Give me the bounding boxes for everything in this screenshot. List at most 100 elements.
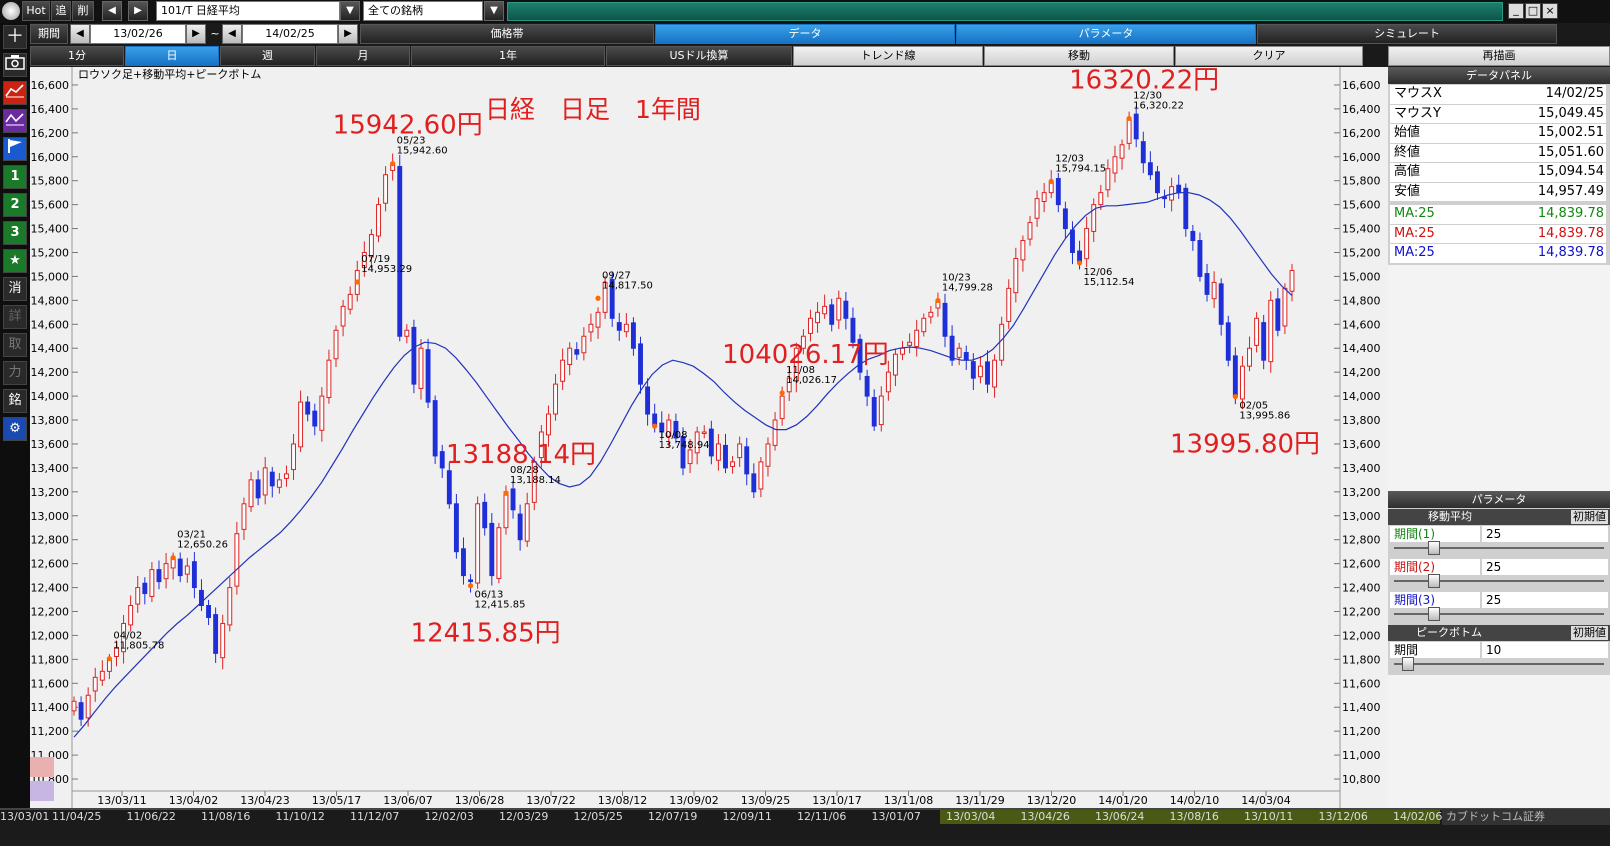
small-candle-icon[interactable] <box>30 757 54 777</box>
symbol-dropdown-icon[interactable]: ▼ <box>340 1 360 21</box>
bottom-timeline-bar[interactable]: 13/03/01 11/04/25 11/06/22 11/08/16 11/10/12… <box>0 808 1610 846</box>
candle-body <box>1041 192 1047 203</box>
preset-3-button[interactable]: 3 <box>3 221 27 245</box>
timeline-label: 12/07/19 <box>648 810 698 823</box>
stock-button[interactable]: 銘 <box>3 389 27 413</box>
tab-simulate[interactable]: シミュレート <box>1257 24 1557 44</box>
close-icon[interactable]: × <box>1542 3 1558 19</box>
pb-period-slider-knob[interactable] <box>1401 657 1414 671</box>
prev-symbol-button[interactable]: ◀ <box>102 1 122 21</box>
tab-data[interactable]: データ <box>655 24 955 44</box>
redraw-button[interactable]: 再描画 <box>1388 46 1610 66</box>
preset-1-button[interactable]: 1 <box>3 165 27 189</box>
timeline-label: 12/09/11 <box>722 810 772 823</box>
detail-button[interactable]: 詳 <box>3 305 27 329</box>
candle-body <box>1055 178 1061 206</box>
date-from-next-icon[interactable]: ▶ <box>186 24 206 44</box>
tab-weekly[interactable]: 週 <box>220 46 315 66</box>
x-tick-label: 13/11/29 <box>955 794 1004 807</box>
line-chart-icon[interactable] <box>3 109 27 133</box>
y-tick-label-right: 11,200 <box>1342 725 1381 738</box>
tab-daily[interactable]: 日 <box>125 46 219 66</box>
trend-line-button[interactable]: トレンド線 <box>793 46 983 66</box>
hot-button[interactable]: Hot <box>22 1 50 21</box>
candle-body <box>1126 117 1132 144</box>
camera-icon[interactable] <box>3 53 27 77</box>
minimize-icon[interactable]: _ <box>1508 3 1524 19</box>
next-symbol-button[interactable]: ▶ <box>128 1 148 21</box>
tab-price-band[interactable]: 価格帯 <box>360 24 654 44</box>
candle-body <box>234 533 240 587</box>
y-tick-label-right: 16,200 <box>1342 127 1381 140</box>
peak-value-label: 12,415.85 <box>475 600 526 611</box>
tab-parameter[interactable]: パラメータ <box>956 24 1256 44</box>
ma-period-slider[interactable] <box>1394 574 1604 588</box>
data-panel-value: 15,002.51 <box>1537 125 1604 140</box>
gear-icon[interactable]: ⚙ <box>3 417 27 441</box>
ma-period-value[interactable]: 25 <box>1482 526 1608 542</box>
y-tick-label-right: 15,800 <box>1342 175 1381 188</box>
maximize-icon[interactable]: □ <box>1525 3 1541 19</box>
ma-period-slider[interactable] <box>1394 541 1604 555</box>
date-to-prev-icon[interactable]: ◀ <box>222 24 242 44</box>
candle-body <box>630 322 636 349</box>
date-from-prev-icon[interactable]: ◀ <box>70 24 90 44</box>
data-panel-value: 15,094.54 <box>1537 164 1604 179</box>
candle-body <box>744 446 750 475</box>
ma-period-value[interactable]: 25 <box>1482 592 1608 608</box>
slider-knob[interactable] <box>1427 541 1440 555</box>
y-tick-label: 12,400 <box>31 582 70 595</box>
add-button[interactable]: 追 <box>51 1 71 21</box>
star-button[interactable]: ★ <box>3 249 27 273</box>
candle <box>1183 183 1189 237</box>
input-button[interactable]: 力 <box>3 361 27 385</box>
plus-icon[interactable]: ＋ <box>3 25 27 49</box>
peak-marker <box>652 423 658 429</box>
tab-monthly[interactable]: 月 <box>316 46 410 66</box>
flag-icon[interactable] <box>3 137 27 161</box>
candle <box>489 513 495 586</box>
data-panel-row: MA:25 14,839.78 <box>1390 244 1606 263</box>
clear-button[interactable]: クリア <box>1175 46 1363 66</box>
pb-period-slider[interactable] <box>1394 657 1604 671</box>
preset-2-button[interactable]: 2 <box>3 193 27 217</box>
peak-bottom-init-button[interactable]: 初期値 <box>1571 626 1608 640</box>
candle-body <box>1140 141 1146 164</box>
trade-button[interactable]: 取 <box>3 333 27 357</box>
date-from-field[interactable]: 13/02/26 <box>90 24 186 44</box>
candle-body <box>99 670 105 681</box>
y-tick-label: 13,000 <box>31 510 70 523</box>
symbol-field[interactable]: 101/T 日経平均 <box>156 1 340 21</box>
peak-marker <box>1126 115 1132 122</box>
tab-1min[interactable]: 1分 <box>30 46 124 66</box>
data-panel-value: 15,051.60 <box>1537 144 1604 160</box>
slider-knob[interactable] <box>1427 607 1440 621</box>
ma-period-value[interactable]: 25 <box>1482 559 1608 575</box>
bulb-icon[interactable] <box>2 2 20 20</box>
move-button[interactable]: 移動 <box>984 46 1174 66</box>
chart-area[interactable]: 10,800 10,800 11,000 11,000 11,200 11,200 11,4… <box>30 65 1388 808</box>
y-tick-label-right: 11,000 <box>1342 749 1381 762</box>
ma-period-slider[interactable] <box>1394 607 1604 621</box>
candle-body <box>340 305 346 327</box>
small-line-icon[interactable] <box>30 781 54 801</box>
candlestick-chart[interactable]: 10,800 10,80011,000 11,00011,200 11,20011,4… <box>30 65 1388 808</box>
candle-chart-icon[interactable] <box>3 81 27 105</box>
ma-init-button[interactable]: 初期値 <box>1571 510 1608 524</box>
pb-period-value[interactable]: 10 <box>1482 642 1608 658</box>
candle-body <box>510 488 516 511</box>
candle-body <box>836 297 842 321</box>
y-tick-label: 16,000 <box>31 151 70 164</box>
date-to-field[interactable]: 14/02/25 <box>242 24 338 44</box>
data-panel-row: MA:25 14,839.78 <box>1390 205 1606 224</box>
delete-button[interactable]: 削 <box>72 1 94 21</box>
tab-1year[interactable]: 1年 <box>411 46 605 66</box>
market-field[interactable]: 全ての銘柄 <box>363 1 483 21</box>
market-dropdown-icon[interactable]: ▼ <box>484 1 504 21</box>
erase-button[interactable]: 消 <box>3 277 27 301</box>
candle-body <box>213 614 219 654</box>
slider-knob[interactable] <box>1427 574 1440 588</box>
date-to-next-icon[interactable]: ▶ <box>338 24 358 44</box>
usd-convert-button[interactable]: USドル換算 <box>606 46 792 66</box>
data-panel-value: 14,957.49 <box>1537 183 1604 199</box>
